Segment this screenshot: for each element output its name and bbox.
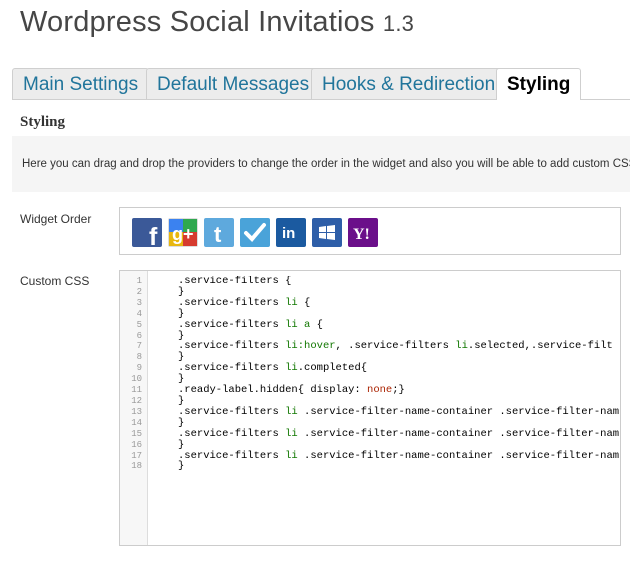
line-number: 18 <box>131 461 142 472</box>
line-number: 13 <box>131 406 142 417</box>
page-title: Wordpress Social Invitatios 1.3 <box>20 6 414 39</box>
tab-bar: Main Settings Default Messages Hooks & R… <box>12 68 630 100</box>
custom-css-label: Custom CSS <box>20 274 90 288</box>
yahoo-icon[interactable]: Y! <box>348 218 378 247</box>
twitter-icon[interactable]: t <box>204 218 234 247</box>
code-line: .service-filters li:hover, .service-filt… <box>178 340 613 353</box>
google-icon[interactable]: g+ <box>168 218 198 247</box>
widget-order-label: Widget Order <box>20 212 92 226</box>
widget-order-box: f g+ t in Y! <box>119 207 621 255</box>
line-number: 6 <box>136 330 142 341</box>
code-line: .ready-label.hidden{ display: none;} <box>178 384 405 397</box>
code-line: .service-filters li { <box>178 296 311 309</box>
line-number: 17 <box>131 450 142 461</box>
line-number: 12 <box>131 395 142 406</box>
windows-live-icon[interactable] <box>312 218 342 247</box>
line-number: 9 <box>136 363 142 374</box>
code-line: .service-filters li .service-filter-name… <box>178 405 620 418</box>
line-number: 10 <box>131 374 142 385</box>
code-line: .service-filters { <box>178 276 292 287</box>
linkedin-icon[interactable]: in <box>276 218 306 247</box>
tab-default-messages[interactable]: Default Messages <box>146 68 321 99</box>
line-number: 1 <box>136 276 142 286</box>
plugin-title: Wordpress Social Invitatios <box>20 6 375 38</box>
code-line: .service-filters li .service-filter-name… <box>178 427 620 440</box>
section-description: Here you can drag and drop the providers… <box>22 158 630 170</box>
code-line: } <box>178 438 185 451</box>
line-numbers: 1 2 3 4 5 6 7 8 9 10 11 12 13 14 15 16 17 18 <box>120 276 142 472</box>
css-code[interactable]: .service-filters {} .service-filters li {… <box>178 276 620 472</box>
line-number: 3 <box>136 297 142 308</box>
code-line: .service-filters li.completed{ <box>178 362 368 375</box>
line-number: 11 <box>131 385 142 396</box>
line-number: 4 <box>136 308 142 319</box>
custom-css-editor[interactable]: 1 2 3 4 5 6 7 8 9 10 11 12 13 14 15 16 17 18 .service-fil… <box>119 270 621 546</box>
svg-text:f: f <box>149 223 158 247</box>
line-number: 14 <box>131 417 142 428</box>
plugin-version: 1.3 <box>382 11 415 36</box>
svg-text:g+: g+ <box>172 224 194 244</box>
line-number: 8 <box>136 352 142 363</box>
code-line: } <box>178 460 185 473</box>
tab-hooks-redirection[interactable]: Hooks & Redirection <box>311 68 507 99</box>
svg-text:in: in <box>282 225 295 242</box>
section-title: Styling <box>20 114 66 130</box>
line-number: 5 <box>136 319 142 330</box>
foursquare-icon[interactable] <box>240 218 270 247</box>
code-line: .service-filters li a { <box>178 318 323 331</box>
facebook-icon[interactable]: f <box>132 218 162 247</box>
svg-text:t: t <box>214 222 222 247</box>
svg-text:Y!: Y! <box>353 226 370 243</box>
code-line: } <box>178 307 185 320</box>
provider-list: f g+ t in Y! <box>132 218 378 247</box>
code-line: .service-filters li .service-filter-name… <box>178 449 620 462</box>
tab-main-settings[interactable]: Main Settings <box>12 68 150 99</box>
description-box: Here you can drag and drop the providers… <box>12 136 630 192</box>
line-number: 7 <box>136 341 142 352</box>
tab-styling[interactable]: Styling <box>496 68 582 100</box>
line-number: 15 <box>131 428 142 439</box>
line-number: 2 <box>136 286 142 297</box>
line-number: 16 <box>131 439 142 450</box>
